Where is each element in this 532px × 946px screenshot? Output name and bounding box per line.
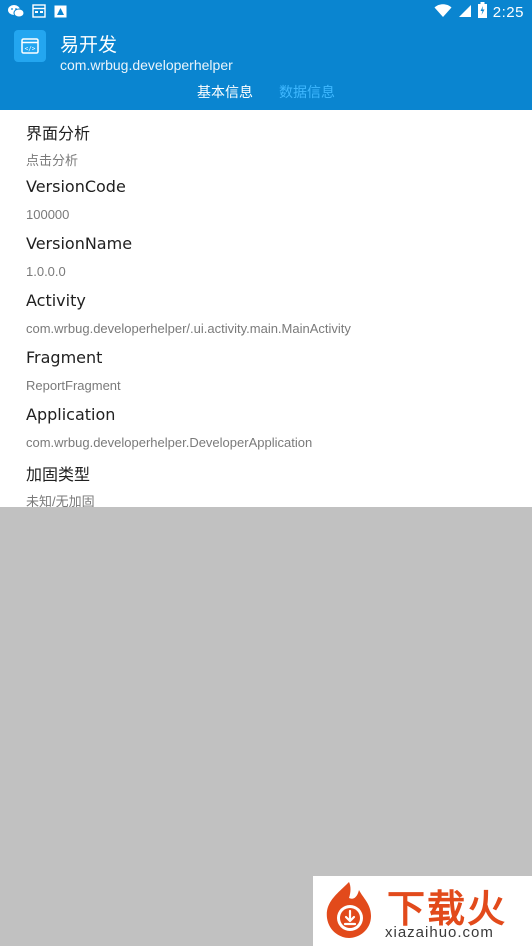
tab-data-info[interactable]: 数据信息: [277, 82, 337, 106]
info-value-version-name: 1.0.0.0: [26, 264, 66, 279]
info-value-ui-analysis[interactable]: 点击分析: [26, 150, 78, 169]
info-label-fragment: Fragment: [26, 348, 103, 367]
gallery-icon: [54, 3, 67, 22]
info-value-application: com.wrbug.developerhelper.DeveloperAppli…: [26, 435, 313, 450]
info-value-fragment: ReportFragment: [26, 378, 121, 393]
info-value-version-code: 100000: [26, 207, 70, 222]
info-label-ui-analysis: 界面分析: [26, 124, 91, 143]
info-label-application: Application: [26, 405, 116, 424]
info-label-version-code: VersionCode: [26, 177, 126, 196]
app-title: 易开发: [60, 34, 118, 56]
info-label-activity: Activity: [26, 291, 86, 310]
status-left-icons: [8, 3, 67, 22]
status-bar: 2:25: [0, 0, 532, 24]
battery-icon: [477, 2, 487, 22]
app-bar: </> 易开发 com.wrbug.developerhelper 基本信息 数…: [0, 24, 532, 110]
info-value-protection-type: 未知/无加固: [26, 494, 95, 507]
fire-download-icon: [319, 880, 379, 940]
tab-bar: 基本信息 数据信息: [0, 82, 532, 106]
wechat-icon: [8, 3, 25, 22]
signal-icon: [458, 3, 472, 22]
watermark-domain: xiazaihuo.com: [385, 924, 494, 941]
info-value-activity: com.wrbug.developerhelper/.ui.activity.m…: [26, 321, 351, 336]
calendar-icon: [32, 3, 46, 22]
app-package-name: com.wrbug.developerhelper: [60, 57, 233, 73]
info-label-protection-type: 加固类型: [26, 465, 91, 484]
info-label-version-name: VersionName: [26, 234, 133, 253]
screen: 2:25 </> 易开发 com.wrbug.developerhelper 基…: [0, 0, 532, 946]
status-right: 2:25: [434, 2, 524, 22]
app-window-icon: </>: [14, 30, 46, 62]
tab-basic-info[interactable]: 基本信息: [195, 82, 255, 106]
info-list: 界面分析 点击分析 VersionCode 100000 VersionName…: [0, 110, 532, 507]
watermark: 下载火 xiazaihuo.com: [313, 876, 532, 946]
svg-text:</>: </>: [25, 46, 36, 53]
status-time: 2:25: [492, 3, 524, 21]
wifi-icon: [434, 3, 452, 22]
